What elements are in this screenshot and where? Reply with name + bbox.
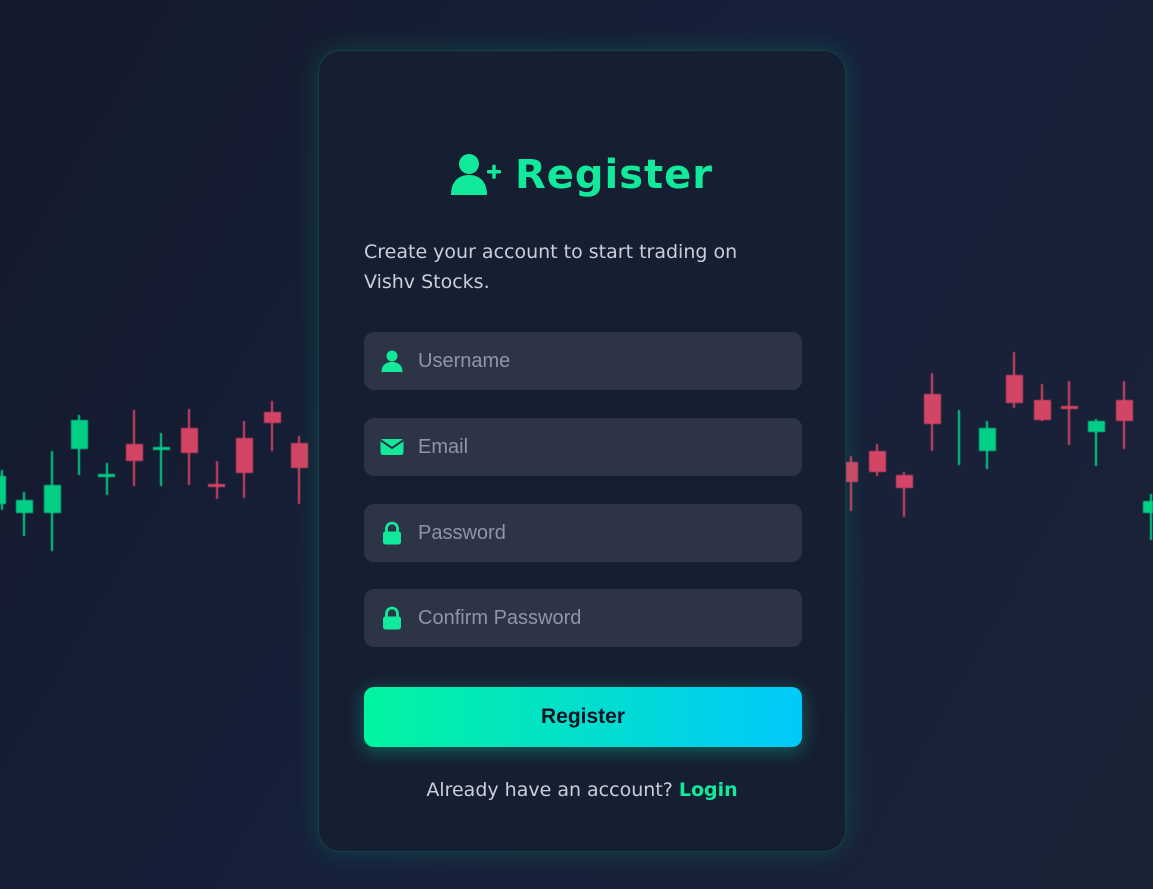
register-card: Register Create your account to start tr…: [318, 50, 846, 852]
login-prompt-text: Already have an account?: [426, 779, 673, 801]
email-input[interactable]: [418, 435, 778, 459]
login-link[interactable]: Login: [679, 779, 738, 801]
password-input[interactable]: [418, 521, 778, 545]
confirm-password-input[interactable]: [418, 606, 778, 630]
subtitle-text: Create your account to start trading on …: [364, 241, 738, 293]
page-title: Register: [514, 152, 714, 198]
register-header: Register: [319, 151, 845, 199]
envelope-icon: [380, 439, 404, 455]
username-field[interactable]: [364, 332, 802, 390]
password-field[interactable]: [364, 504, 802, 562]
login-prompt: Already have an account? Login: [319, 779, 845, 801]
confirm-password-field[interactable]: [364, 589, 802, 647]
user-icon: [381, 350, 403, 372]
email-field[interactable]: [364, 418, 802, 476]
username-input[interactable]: [418, 349, 778, 373]
user-plus-icon: [450, 154, 501, 195]
lock-icon: [383, 521, 401, 545]
lock-icon: [383, 606, 401, 630]
register-button[interactable]: Register: [364, 687, 802, 747]
